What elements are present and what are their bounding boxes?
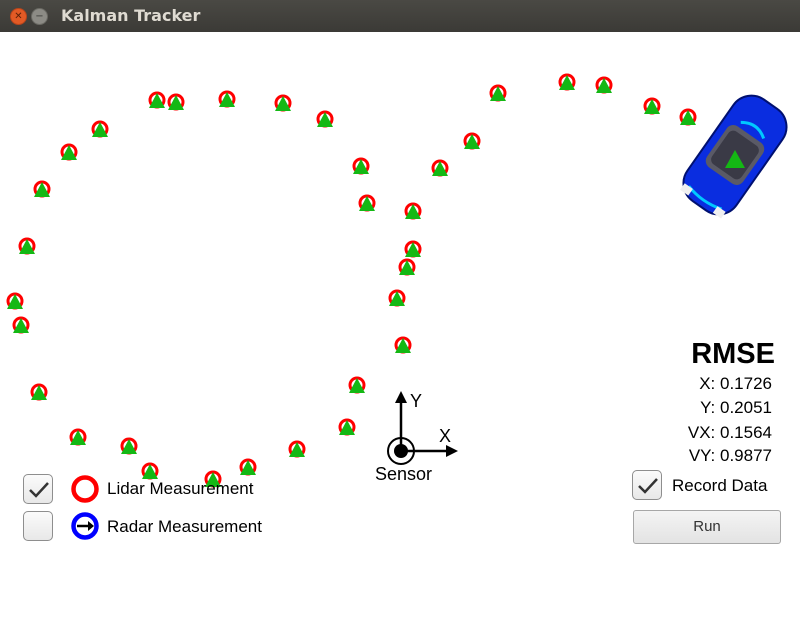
axis-y-label: Y [410,391,423,411]
rmse-vy: VY: 0.9877 [688,446,772,465]
measurement-markers [6,73,697,488]
measurement-marker [316,110,334,128]
run-button[interactable]: Run [633,510,781,544]
measurement-marker [30,383,48,401]
measurement-marker [218,90,236,108]
lidar-checkbox[interactable] [23,474,53,504]
title-bar: ✕ − Kalman Tracker [0,0,800,32]
measurement-marker [148,91,166,109]
rmse-x: X: 0.1726 [699,374,772,393]
measurement-marker [91,120,109,138]
measurement-marker [6,292,24,310]
lidar-legend-icon [71,475,99,503]
radar-checkbox[interactable] [23,511,53,541]
measurement-marker [352,157,370,175]
close-icon[interactable]: ✕ [10,8,27,25]
measurement-marker [348,376,366,394]
measurement-marker [398,258,416,276]
measurement-marker [120,437,138,455]
measurement-marker [338,418,356,436]
measurement-marker [404,202,422,220]
record-checkbox[interactable] [632,470,662,500]
measurement-marker [394,336,412,354]
measurement-marker [489,84,507,102]
measurement-marker [404,240,422,258]
measurement-marker [288,440,306,458]
measurement-marker [239,458,257,476]
rmse-title: RMSE [691,338,775,370]
measurement-marker [679,108,697,126]
sensor-label: Sensor [375,464,433,484]
measurement-marker [18,237,36,255]
measurement-marker [167,93,185,111]
record-label: Record Data [672,476,768,495]
axis-x-label: X [439,426,452,446]
check-icon [638,478,658,494]
rmse-vx: VX: 0.1564 [687,423,772,442]
measurement-marker [12,316,30,334]
measurement-marker [358,194,376,212]
measurement-marker [141,462,159,480]
measurement-marker [431,159,449,177]
measurement-marker [69,428,87,446]
measurement-marker [388,289,406,307]
radar-label: Radar Measurement [107,517,262,536]
measurement-marker [463,132,481,150]
check-icon [29,482,49,498]
radar-legend-icon [71,512,99,540]
measurement-marker [595,76,613,94]
measurement-marker [274,94,292,112]
lidar-label: Lidar Measurement [107,479,254,498]
rmse-y: Y: 0.2051 [700,398,772,417]
measurement-marker [60,143,78,161]
minimize-icon[interactable]: − [31,8,48,25]
measurement-marker [558,73,576,91]
measurement-marker [643,97,661,115]
measurement-marker [33,180,51,198]
window-title: Kalman Tracker [61,6,201,25]
